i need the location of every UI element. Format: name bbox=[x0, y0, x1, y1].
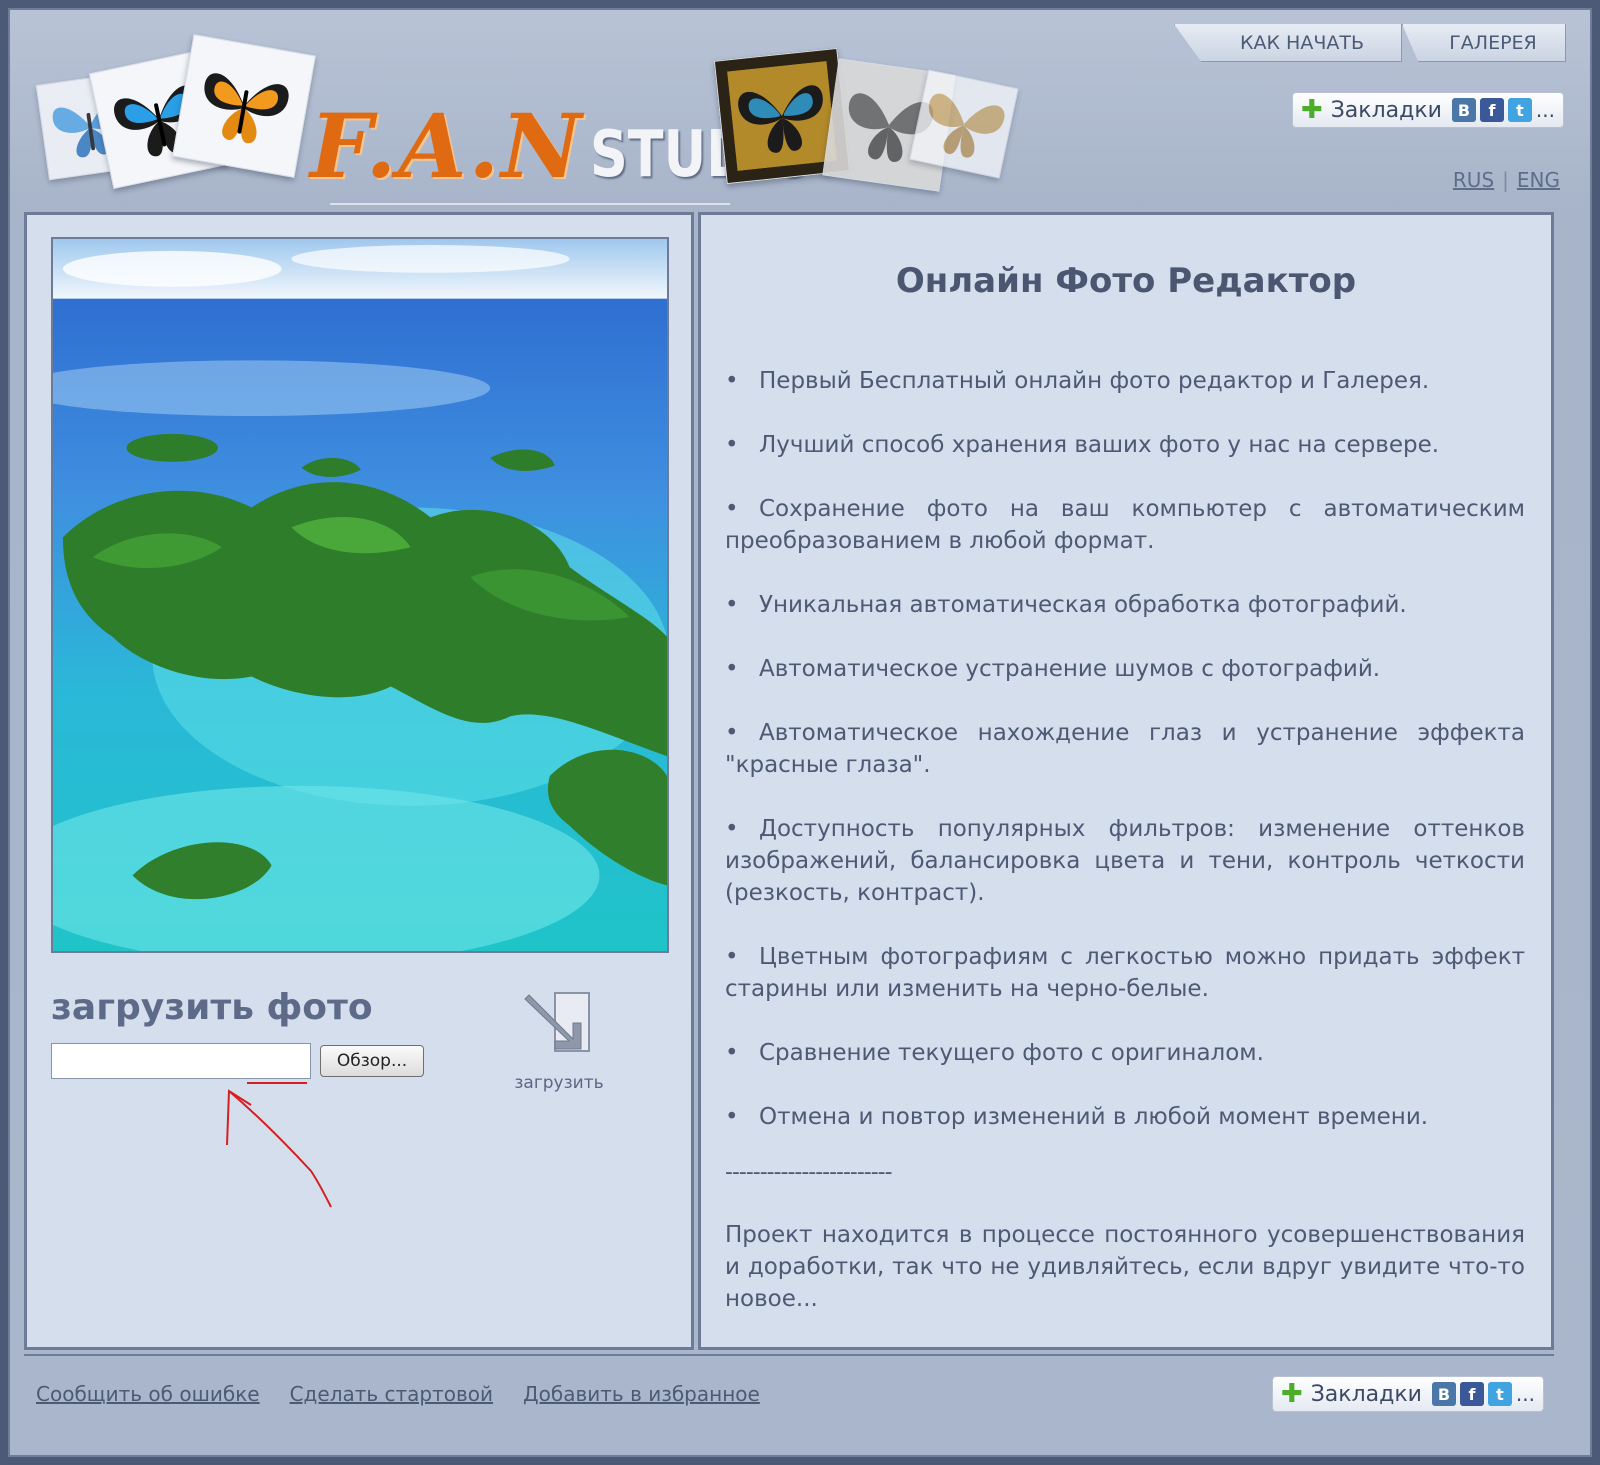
logo[interactable]: F.A.N STUDIO bbox=[30, 34, 1019, 205]
main-nav: КАК НАЧАТЬ ГАЛЕРЕЯ bbox=[1174, 24, 1566, 62]
lang-rus-link[interactable]: RUS bbox=[1453, 168, 1494, 192]
plus-icon: ✚ bbox=[1300, 95, 1323, 125]
plus-icon: ✚ bbox=[1280, 1379, 1303, 1409]
page-title: Онлайн Фото Редактор bbox=[895, 261, 1357, 301]
header: F.A.N STUDIO КАК НАЧАТЬ ГАЛЕРЕЯ ✚ Заклад… bbox=[10, 10, 1590, 210]
bookmarks-label: Закладки bbox=[1310, 1381, 1422, 1407]
lang-eng-link[interactable]: ENG bbox=[1517, 168, 1560, 192]
feature-item: • Отмена и повтор изменений в любой момен… bbox=[725, 1101, 1525, 1133]
butterfly-icon bbox=[727, 61, 837, 171]
bookmarks-button-bottom[interactable]: ✚ Закладки B f t ... bbox=[1271, 1376, 1544, 1412]
butterfly-icon bbox=[204, 73, 289, 144]
footer: Сообщить об ошибке Сделать стартовой Доб… bbox=[24, 1354, 1554, 1434]
bullet: • bbox=[725, 1040, 739, 1066]
file-path-input[interactable] bbox=[51, 1043, 311, 1079]
bullet: • bbox=[725, 496, 739, 522]
upload-label[interactable]: загрузить bbox=[499, 1073, 619, 1093]
footer-links: Сообщить об ошибке Сделать стартовой Доб… bbox=[36, 1382, 760, 1406]
butterfly-tile-3 bbox=[172, 34, 316, 178]
more-bookmarks[interactable]: ... bbox=[1516, 1382, 1535, 1406]
upload-panel: загрузить фото Обзор... загрузить bbox=[24, 212, 694, 1350]
facebook-icon[interactable]: f bbox=[1459, 1382, 1484, 1406]
info-panel: Онлайн Фото Редактор • Первый Бесплатный … bbox=[698, 212, 1554, 1350]
bullet: • bbox=[725, 656, 739, 682]
upload-action[interactable]: загрузить bbox=[499, 985, 619, 1093]
language-switcher: RUS | ENG bbox=[1453, 168, 1560, 192]
feature-item: • Сравнение текущего фото с оригиналом. bbox=[725, 1037, 1525, 1069]
feature-text: Цветным фотографиям с легкостью можно пр… bbox=[725, 944, 1525, 1002]
text-divider: ------------------------ bbox=[725, 1160, 893, 1185]
bookmarks-label: Закладки bbox=[1330, 97, 1442, 123]
feature-text: Отмена и повтор изменений в любой момент… bbox=[759, 1104, 1429, 1130]
island-photo-image bbox=[53, 239, 667, 951]
bullet: • bbox=[725, 1104, 739, 1130]
feature-text: Автоматическое нахождение глаз и устране… bbox=[725, 720, 1525, 778]
bullet: • bbox=[725, 944, 739, 970]
page-frame: F.A.N STUDIO КАК НАЧАТЬ ГАЛЕРЕЯ ✚ Заклад… bbox=[8, 8, 1592, 1457]
feature-text: Доступность популярных фильтров: изменен… bbox=[725, 816, 1525, 906]
vk-icon[interactable]: B bbox=[1451, 98, 1476, 122]
upload-arrow-icon[interactable] bbox=[519, 985, 599, 1065]
vk-icon[interactable]: B bbox=[1431, 1382, 1456, 1406]
feature-item: • Уникальная автоматическая обработка фот… bbox=[725, 589, 1525, 621]
logo-underline bbox=[330, 203, 730, 205]
feature-text: Автоматическое устранение шумов с фотогр… bbox=[759, 656, 1381, 682]
twitter-icon[interactable]: t bbox=[1507, 98, 1532, 122]
more-bookmarks[interactable]: ... bbox=[1536, 98, 1555, 122]
feature-text: Лучший способ хранения ваших фото у нас … bbox=[759, 432, 1440, 458]
facebook-icon[interactable]: f bbox=[1479, 98, 1504, 122]
bullet: • bbox=[725, 592, 739, 618]
feature-item: • Автоматическое нахождение глаз и устран… bbox=[725, 717, 1525, 781]
butterfly-icon bbox=[928, 93, 1005, 158]
tab-gallery[interactable]: ГАЛЕРЕЯ bbox=[1402, 24, 1566, 62]
twitter-icon[interactable]: t bbox=[1487, 1382, 1512, 1406]
feature-text: Первый Бесплатный онлайн фото редактор и… bbox=[759, 368, 1430, 394]
feature-item: • Автоматическое устранение шумов с фотог… bbox=[725, 653, 1525, 685]
project-note: Проект находится в процессе постоянного … bbox=[725, 1222, 1525, 1312]
bullet: • bbox=[725, 816, 739, 842]
feature-item: • Цветным фотографиям с легкостью можно п… bbox=[725, 941, 1525, 1005]
feature-text: Сравнение текущего фото с оригиналом. bbox=[759, 1040, 1264, 1066]
logo-fan: F.A.N bbox=[310, 94, 584, 198]
annotation-arrow-icon bbox=[226, 1082, 332, 1208]
browse-button[interactable]: Обзор... bbox=[320, 1045, 424, 1077]
bullet: • bbox=[725, 432, 739, 458]
bookmarks-button-top[interactable]: ✚ Закладки B f t ... bbox=[1291, 92, 1564, 128]
feature-list: • Первый Бесплатный онлайн фото редактор … bbox=[725, 365, 1525, 1165]
feature-item: • Сохранение фото на ваш компьютер с авто… bbox=[725, 493, 1525, 557]
add-to-favorites-link[interactable]: Добавить в избранное bbox=[523, 1382, 760, 1406]
bullet: • bbox=[725, 720, 739, 746]
make-homepage-link[interactable]: Сделать стартовой bbox=[290, 1382, 493, 1406]
feature-item: • Лучший способ хранения ваших фото у нас… bbox=[725, 429, 1525, 461]
feature-item: • Первый Бесплатный онлайн фото редактор … bbox=[725, 365, 1525, 397]
tab-how-to-start[interactable]: КАК НАЧАТЬ bbox=[1174, 24, 1402, 62]
bullet: • bbox=[725, 368, 739, 394]
upload-photo-title: загрузить фото bbox=[51, 987, 373, 1028]
feature-text: Сохранение фото на ваш компьютер с автом… bbox=[725, 496, 1525, 554]
feature-item: • Доступность популярных фильтров: измене… bbox=[725, 813, 1525, 909]
lang-separator: | bbox=[1502, 168, 1509, 192]
report-error-link[interactable]: Сообщить об ошибке bbox=[36, 1382, 260, 1406]
preview-photo bbox=[51, 237, 669, 953]
butterfly-tile-6 bbox=[909, 69, 1019, 179]
feature-text: Уникальная автоматическая обработка фото… bbox=[759, 592, 1407, 618]
